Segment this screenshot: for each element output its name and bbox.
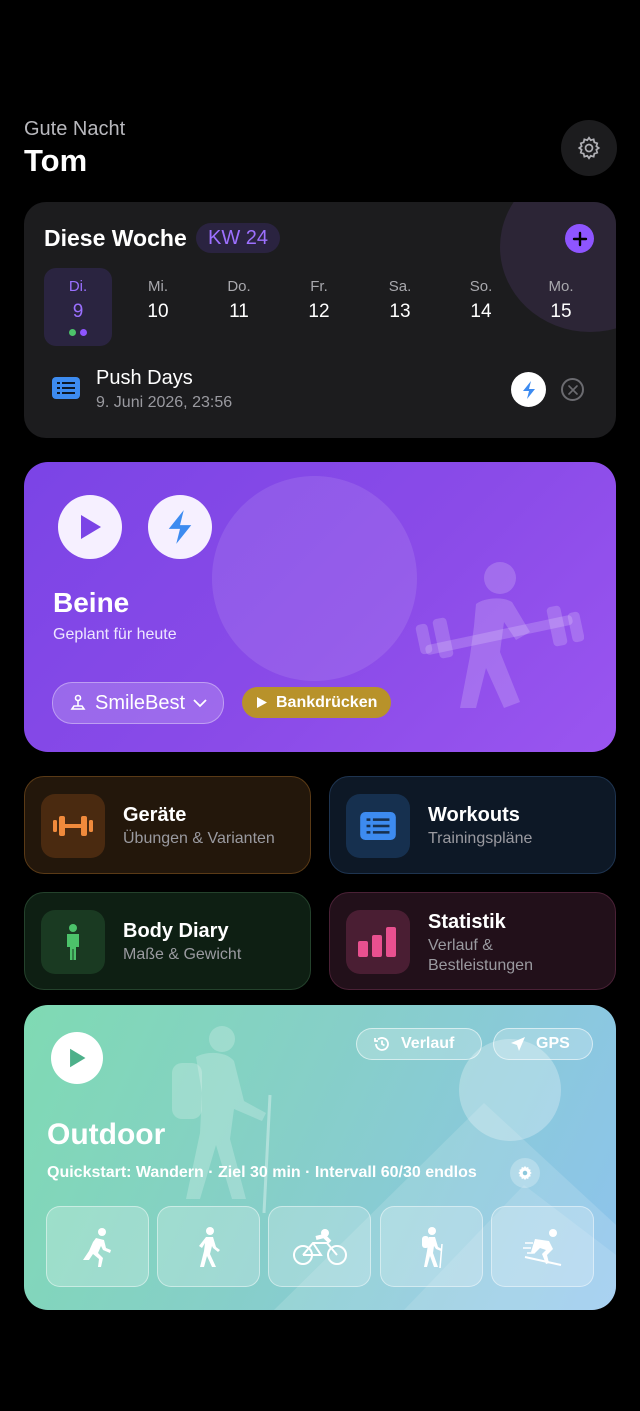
- outdoor-title: Outdoor: [47, 1118, 166, 1151]
- workout-subtitle: Geplant für heute: [53, 626, 177, 643]
- greeting: Gute Nacht: [24, 118, 126, 140]
- scheduled-workout-date: 9. Juni 2026, 23:56: [96, 394, 233, 411]
- tile-workouts[interactable]: Workouts Trainingspläne: [329, 776, 616, 874]
- running-icon: [82, 1227, 111, 1267]
- activity-walking[interactable]: [157, 1206, 260, 1287]
- close-icon: [567, 384, 578, 395]
- day-date: 14: [470, 301, 492, 322]
- gear-icon: [577, 136, 601, 160]
- weightlifter-icon: [415, 562, 584, 708]
- scheduled-workout-title[interactable]: Push Days: [96, 367, 193, 390]
- day-wednesday[interactable]: Mi. 10: [124, 268, 192, 346]
- exercise-pill[interactable]: Bankdrücken: [242, 687, 392, 718]
- gear-icon: [518, 1165, 532, 1181]
- week-number-badge: KW 24: [196, 223, 281, 253]
- day-name: Mi.: [148, 278, 168, 295]
- tile-body-diary[interactable]: Body Diary Maße & Gewicht: [24, 892, 311, 990]
- day-tuesday[interactable]: Di. 9: [44, 268, 112, 346]
- day-date: 12: [308, 301, 330, 322]
- day-name: Do.: [227, 278, 251, 295]
- gps-label: GPS: [536, 1035, 570, 1052]
- day-sunday[interactable]: So. 14: [447, 268, 515, 346]
- play-button[interactable]: [51, 1032, 103, 1084]
- remove-button[interactable]: [561, 378, 584, 401]
- tile-title: Geräte: [123, 804, 187, 826]
- tile-subtitle-line1: Verlauf &: [428, 937, 493, 954]
- plus-icon: [572, 231, 587, 246]
- user-name: SmileBest: [95, 691, 186, 714]
- hiking-icon: [421, 1226, 443, 1268]
- outdoor-card[interactable]: Verlauf GPS Outdoor Quickstart: Wandern …: [24, 1005, 616, 1310]
- week-card: Diese Woche KW 24 Di. 9 Mi. 10 Do. 11 Fr…: [24, 202, 616, 438]
- bolt-icon: [522, 380, 535, 399]
- day-date: 11: [229, 301, 249, 322]
- tile-statistik[interactable]: Statistik Verlauf & Bestleistungen: [329, 892, 616, 990]
- tile-geraete[interactable]: Geräte Übungen & Varianten: [24, 776, 311, 874]
- history-icon: [374, 1037, 389, 1051]
- day-thursday[interactable]: Do. 11: [205, 268, 273, 346]
- tile-subtitle-line2: Bestleistungen: [428, 957, 533, 974]
- play-icon: [70, 1048, 86, 1068]
- tile-title: Workouts: [428, 804, 520, 826]
- day-name: So.: [469, 278, 493, 295]
- list-icon: [52, 377, 80, 399]
- tile-subtitle: Trainingspläne: [428, 830, 533, 847]
- hiker-decoration: [172, 1026, 272, 1213]
- tile-title: Statistik: [428, 911, 506, 933]
- day-name: Sa.: [388, 278, 412, 295]
- walking-icon: [198, 1226, 220, 1267]
- day-date: 10: [147, 301, 169, 322]
- today-workout-card[interactable]: Beine Geplant für heute SmileBest Bankdr…: [24, 462, 616, 752]
- chevron-down-icon: [193, 699, 207, 708]
- purple-dot: [80, 329, 87, 336]
- play-button[interactable]: [58, 495, 122, 559]
- history-label: Verlauf: [401, 1035, 455, 1052]
- day-monday[interactable]: Mo. 15: [527, 268, 595, 346]
- person-icon: [41, 910, 105, 974]
- day-date: 13: [389, 301, 411, 322]
- cycling-icon: [292, 1228, 347, 1265]
- quick-start-button[interactable]: [511, 372, 546, 407]
- quick-start-button[interactable]: [148, 495, 212, 559]
- day-saturday[interactable]: Sa. 13: [366, 268, 434, 346]
- quickstart-text: Quickstart: Wandern · Ziel 30 min · Inte…: [47, 1164, 477, 1181]
- history-button[interactable]: Verlauf: [356, 1028, 482, 1060]
- quickstart-settings-button[interactable]: [510, 1158, 540, 1188]
- add-button[interactable]: [565, 224, 594, 253]
- user-selector[interactable]: SmileBest: [52, 682, 225, 724]
- settings-button[interactable]: [561, 120, 617, 176]
- tile-subtitle: Übungen & Varianten: [123, 830, 275, 847]
- dumbbell-icon: [41, 794, 105, 858]
- play-icon: [81, 515, 101, 539]
- tile-title: Body Diary: [123, 920, 229, 942]
- day-friday[interactable]: Fr. 12: [285, 268, 353, 346]
- week-title: Diese Woche: [44, 225, 187, 251]
- activity-cycling[interactable]: [268, 1206, 371, 1287]
- bar-chart-icon: [346, 910, 410, 974]
- day-name: Fr.: [310, 278, 328, 295]
- activity-dots: [44, 329, 112, 336]
- day-date: 9: [72, 301, 84, 322]
- workout-title: Beine: [53, 587, 130, 618]
- user-name: Tom: [24, 143, 88, 178]
- exercise-name: Bankdrücken: [276, 693, 378, 711]
- play-icon: [257, 697, 267, 708]
- tile-subtitle: Maße & Gewicht: [123, 946, 242, 963]
- day-date: 15: [550, 301, 572, 322]
- green-dot: [69, 329, 76, 336]
- day-name: Di.: [68, 278, 88, 295]
- day-name: Mo.: [548, 278, 574, 295]
- joystick-icon: [70, 694, 86, 710]
- skiing-icon: [522, 1228, 561, 1266]
- gps-button[interactable]: GPS: [493, 1028, 593, 1060]
- activity-running[interactable]: [46, 1206, 149, 1287]
- list-icon: [346, 794, 410, 858]
- bolt-icon: [168, 510, 192, 544]
- activity-hiking[interactable]: [380, 1206, 483, 1287]
- decorative-circle: [212, 476, 417, 681]
- activity-skiing[interactable]: [491, 1206, 594, 1287]
- location-arrow-icon: [511, 1037, 525, 1051]
